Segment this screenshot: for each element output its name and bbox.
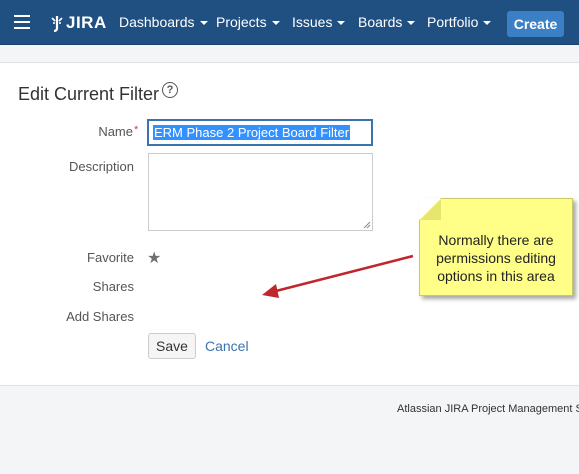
nav-dashboards[interactable]: Dashboards: [119, 14, 208, 30]
callout-note: Normally there are permissions editing o…: [419, 198, 573, 296]
jira-logo-icon: [51, 16, 63, 32]
logo-text: JIRA: [66, 13, 107, 32]
description-label: Description: [68, 159, 134, 174]
note-fold-shadow: [420, 199, 441, 220]
name-field[interactable]: ERM Phase 2 Project Board Filter: [148, 120, 372, 145]
top-navigation-bar: JIRA Dashboards Projects Issues Boards P…: [0, 0, 579, 45]
add-shares-label: Add Shares: [66, 309, 134, 324]
name-label: Name: [98, 124, 133, 139]
page-title: Edit Current Filter: [18, 84, 160, 104]
caret-down-icon: [407, 21, 416, 26]
favorite-label: Favorite: [87, 250, 134, 265]
save-button[interactable]: Save: [148, 333, 196, 359]
create-button[interactable]: Create: [507, 11, 564, 37]
footer-text: Atlassian JIRA Project Management S: [397, 403, 579, 415]
callout-text: Normally there are permissions editing o…: [436, 232, 556, 284]
shares-label: Shares: [92, 279, 134, 294]
nav-boards[interactable]: Boards: [358, 14, 416, 30]
caret-down-icon: [483, 21, 492, 26]
cancel-link[interactable]: Cancel: [205, 338, 249, 354]
name-field-value: ERM Phase 2 Project Board Filter: [153, 125, 351, 140]
required-marker: *: [134, 124, 139, 136]
jira-logo[interactable]: JIRA: [50, 12, 107, 34]
nav-label: Boards: [358, 14, 403, 30]
resize-grip-icon[interactable]: [363, 221, 371, 229]
caret-down-icon: [271, 21, 280, 26]
nav-label: Projects: [216, 14, 267, 30]
menu-icon[interactable]: [14, 15, 30, 29]
nav-issues[interactable]: Issues: [292, 14, 346, 30]
nav-portfolio[interactable]: Portfolio: [427, 14, 492, 30]
nav-projects[interactable]: Projects: [216, 14, 280, 30]
star-icon[interactable]: ★: [147, 248, 161, 268]
caret-down-icon: [337, 21, 346, 26]
help-icon[interactable]: ?: [162, 82, 178, 98]
description-field[interactable]: [148, 153, 373, 231]
caret-down-icon: [199, 21, 208, 26]
nav-label: Dashboards: [119, 14, 195, 30]
nav-label: Issues: [292, 14, 333, 30]
nav-label: Portfolio: [427, 14, 479, 30]
